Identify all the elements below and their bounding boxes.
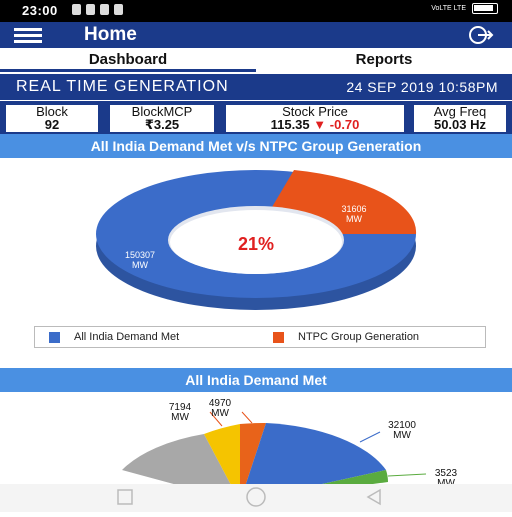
back-icon[interactable] xyxy=(366,488,381,506)
app-bar: Home xyxy=(0,22,512,48)
block-stat: Block 92 xyxy=(6,105,98,132)
slice-unit-demand: MW xyxy=(132,260,148,270)
status-time: 23:00 xyxy=(22,3,58,18)
network-type: VoLTE LTE xyxy=(431,5,466,12)
tab-bar: Dashboard Reports xyxy=(0,48,512,72)
notification-icon xyxy=(72,4,81,15)
tab-dashboard[interactable]: Dashboard xyxy=(0,48,256,72)
mcp-value: ₹3.25 xyxy=(144,117,180,132)
tab-reports[interactable]: Reports xyxy=(256,48,512,72)
notification-icon xyxy=(100,4,109,15)
stock-change: -0.70 xyxy=(329,117,360,132)
status-bar: 23:00 VoLTE LTE xyxy=(0,0,512,22)
mcp-stat: BlockMCP ₹3.25 xyxy=(110,105,214,132)
logout-icon[interactable] xyxy=(468,25,494,45)
slice-label-ntpc: 31606 xyxy=(341,204,366,214)
slice-label-demand: 150307 xyxy=(125,250,155,260)
battery-icon xyxy=(472,3,498,14)
stock-value: 115.35 xyxy=(270,117,310,132)
section-title-demand-vs-ntpc: All India Demand Met v/s NTPC Group Gene… xyxy=(0,134,512,158)
pie-label-unit: MW xyxy=(211,408,229,419)
freq-stat: Avg Freq 50.03 Hz xyxy=(414,105,506,132)
legend-label: All India Demand Met xyxy=(74,331,180,343)
stock-stat: Stock Price 115.35 ▼ -0.70 xyxy=(226,105,404,132)
page-title: Home xyxy=(84,24,137,45)
freq-value: 50.03 Hz xyxy=(433,117,487,132)
stats-row: Block 92 BlockMCP ₹3.25 Stock Price 115.… xyxy=(0,101,512,134)
legend-item-demand[interactable]: All India Demand Met xyxy=(49,331,179,343)
notification-icon xyxy=(86,4,95,15)
legend-swatch xyxy=(49,331,60,343)
notification-icons xyxy=(72,4,123,15)
pie-chart: 7194 MW 4970 MW 32100 MW 3523 MW xyxy=(122,398,458,488)
pie-label-unit: MW xyxy=(171,412,189,423)
recent-apps-icon[interactable] xyxy=(117,489,133,505)
generation-title: REAL TIME GENERATION xyxy=(16,78,229,95)
leader-line xyxy=(241,411,253,424)
nav-icons xyxy=(117,487,381,507)
system-nav-bar xyxy=(0,484,512,512)
home-icon[interactable] xyxy=(246,487,266,507)
legend-label: NTPC Group Generation xyxy=(298,331,420,343)
section-title-demand: All India Demand Met xyxy=(0,368,512,392)
generation-header: REAL TIME GENERATION 24 SEP 2019 10:58PM xyxy=(0,74,512,100)
notification-icon xyxy=(114,4,123,15)
pie-label-unit: MW xyxy=(393,430,411,441)
generation-datetime: 24 SEP 2019 10:58PM xyxy=(346,79,498,95)
leader-line xyxy=(387,473,427,477)
leader-line xyxy=(359,431,381,443)
legend-swatch xyxy=(273,331,284,343)
donut-center-label: 21% xyxy=(238,234,274,254)
down-arrow-icon: ▼ xyxy=(313,117,327,132)
slice-unit-ntpc: MW xyxy=(346,214,362,224)
legend-item-ntpc[interactable]: NTPC Group Generation xyxy=(273,331,419,343)
block-value: 92 xyxy=(44,117,60,132)
donut-legend: All India Demand Met NTPC Group Generati… xyxy=(34,326,486,348)
menu-icon[interactable] xyxy=(14,28,42,43)
